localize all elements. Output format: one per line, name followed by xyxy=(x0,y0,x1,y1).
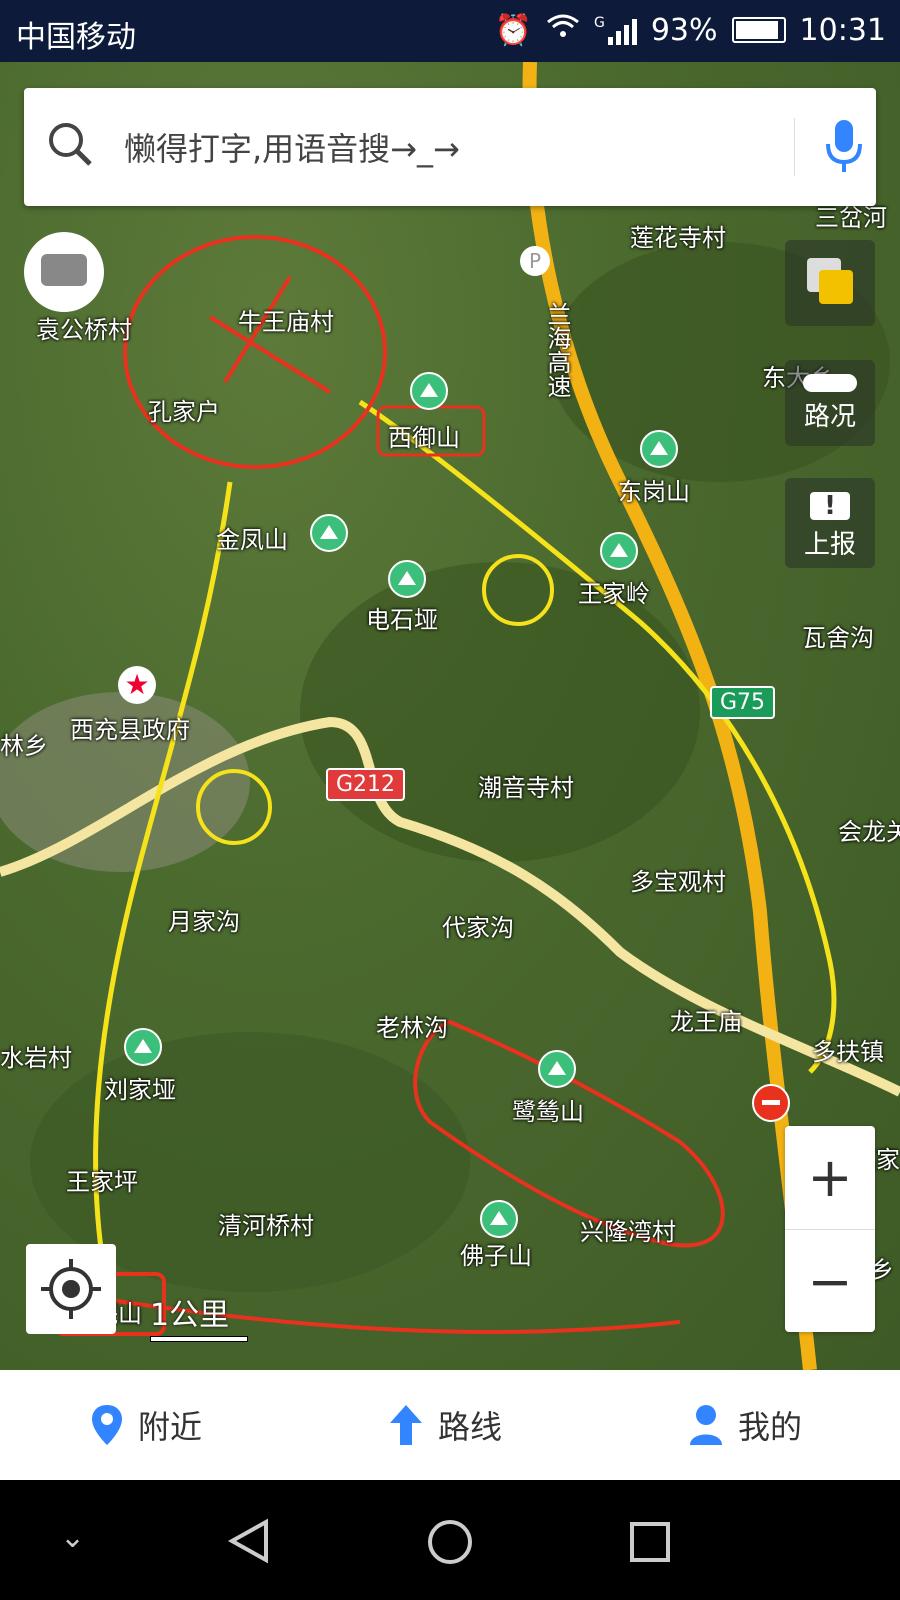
clock: 10:31 xyxy=(799,12,886,48)
report-button[interactable]: ! 上报 xyxy=(785,478,875,568)
route-arrow-icon xyxy=(390,1405,422,1445)
satellite-map[interactable]: ★ P 袁公桥村 牛王庙村 孔家户 莲花寺村 三岔河 西御山 东岗山 东大乡 金… xyxy=(0,62,900,1370)
divider xyxy=(794,118,795,176)
search-icon[interactable] xyxy=(46,120,96,174)
locate-button[interactable] xyxy=(26,1244,116,1334)
peak-icon[interactable] xyxy=(640,430,678,468)
location-pin-icon xyxy=(92,1405,122,1445)
report-icon: ! xyxy=(810,492,850,520)
traffic-light-icon xyxy=(803,374,857,392)
map-label[interactable]: 西御山 xyxy=(388,418,460,453)
peak-icon[interactable] xyxy=(388,560,426,598)
map-label[interactable]: 牛王庙村 xyxy=(238,302,334,337)
map-label[interactable]: 会龙关 xyxy=(838,812,900,847)
map-label[interactable]: 莲花寺村 xyxy=(630,218,726,253)
map-label[interactable]: 佛子山 xyxy=(460,1236,532,1271)
map-label[interactable]: 瓦舍沟 xyxy=(802,618,874,653)
nav-route-label: 路线 xyxy=(438,1408,503,1446)
peak-icon[interactable] xyxy=(538,1050,576,1088)
search-bar[interactable]: 懒得打字,用语音搜→_→ xyxy=(24,88,876,206)
microphone-icon[interactable] xyxy=(824,118,864,180)
nav-mine-label: 我的 xyxy=(738,1408,803,1446)
scale-label: 1公里 xyxy=(150,1298,230,1333)
map-label[interactable]: 东岗山 xyxy=(618,472,690,507)
g212-badge: G212 xyxy=(326,768,406,801)
map-label[interactable]: 王家坪 xyxy=(66,1162,138,1197)
map-label[interactable]: 西充县政府 xyxy=(70,710,190,745)
peak-icon[interactable] xyxy=(410,372,448,410)
signal-icon: G xyxy=(594,15,637,45)
peak-icon[interactable] xyxy=(124,1028,162,1066)
peak-icon[interactable] xyxy=(480,1200,518,1238)
map-label[interactable]: 老林沟 xyxy=(376,1008,448,1043)
map-label[interactable]: 月家沟 xyxy=(168,902,240,937)
zoom-out-button[interactable]: − xyxy=(785,1230,875,1333)
wifi-icon xyxy=(546,12,580,48)
map-label[interactable]: 王家岭 xyxy=(578,574,650,609)
peak-icon[interactable] xyxy=(310,514,348,552)
layers-icon-front xyxy=(819,270,853,304)
user-icon xyxy=(690,1405,722,1445)
parking-icon[interactable]: P xyxy=(520,246,550,276)
map-label[interactable]: 龙王庙 xyxy=(670,1002,742,1037)
alarm-icon: ⏰ xyxy=(494,12,532,48)
chat-bubble-icon xyxy=(41,254,87,286)
bottom-nav: 附近 路线 我的 xyxy=(0,1370,900,1480)
map-label[interactable]: 兴隆湾村 xyxy=(580,1212,676,1247)
map-label[interactable]: 鹭鸶山 xyxy=(512,1092,584,1127)
map-label[interactable]: 代家沟 xyxy=(442,908,514,943)
battery-percent: 93% xyxy=(650,12,718,48)
layers-button[interactable] xyxy=(785,240,875,326)
traffic-label: 路况 xyxy=(803,402,856,432)
nav-route[interactable]: 路线 xyxy=(388,1402,502,1448)
no-entry-icon[interactable] xyxy=(752,1084,790,1122)
report-label: 上报 xyxy=(803,530,856,560)
scale-indicator: 1公里 xyxy=(150,1290,248,1342)
zoom-control: + − xyxy=(785,1126,875,1332)
map-label[interactable]: 清河桥村 xyxy=(218,1206,314,1241)
g75-badge: G75 xyxy=(710,686,776,719)
map-label[interactable]: 孔家户 xyxy=(148,392,220,427)
nav-nearby[interactable]: 附近 xyxy=(90,1402,202,1448)
locate-icon xyxy=(41,1259,101,1319)
status-bar: 中国移动 ⏰ G 93% 10:31 xyxy=(0,0,900,62)
peak-icon[interactable] xyxy=(600,532,638,570)
map-label[interactable]: 潮音寺村 xyxy=(478,768,574,803)
map-label[interactable]: 刘家垭 xyxy=(104,1070,176,1105)
government-marker-icon[interactable]: ★ xyxy=(118,666,156,704)
battery-icon xyxy=(731,17,786,43)
nav-mine[interactable]: 我的 xyxy=(688,1402,802,1448)
map-label[interactable]: 多扶镇 xyxy=(812,1032,884,1067)
chat-button[interactable] xyxy=(24,232,104,312)
system-nav-bar: ⌄ xyxy=(0,1480,900,1600)
map-label[interactable]: 袁公桥村 xyxy=(36,310,132,345)
nav-nearby-label: 附近 xyxy=(138,1408,203,1446)
scale-bar xyxy=(150,1336,248,1342)
map-label[interactable]: 林乡 xyxy=(0,726,48,761)
expressway-label: 兰海高速 xyxy=(543,302,571,398)
map-label[interactable]: 水岩村 xyxy=(0,1038,72,1073)
carrier-label: 中国移动 xyxy=(16,20,136,55)
status-icons: ⏰ G 93% 10:31 xyxy=(495,12,886,48)
map-label[interactable]: 金凤山 xyxy=(216,520,288,555)
traffic-button[interactable]: 路况 xyxy=(785,360,875,446)
map-label[interactable]: 多宝观村 xyxy=(630,862,726,897)
hide-keyboard-icon[interactable]: ⌄ xyxy=(60,1520,85,1555)
search-input[interactable]: 懒得打字,用语音搜→_→ xyxy=(124,124,460,170)
back-icon[interactable] xyxy=(226,1518,272,1564)
home-icon[interactable] xyxy=(426,1518,474,1566)
zoom-in-button[interactable]: + xyxy=(785,1126,875,1230)
map-label[interactable]: 电石垭 xyxy=(366,600,438,635)
recents-icon[interactable] xyxy=(628,1520,672,1564)
